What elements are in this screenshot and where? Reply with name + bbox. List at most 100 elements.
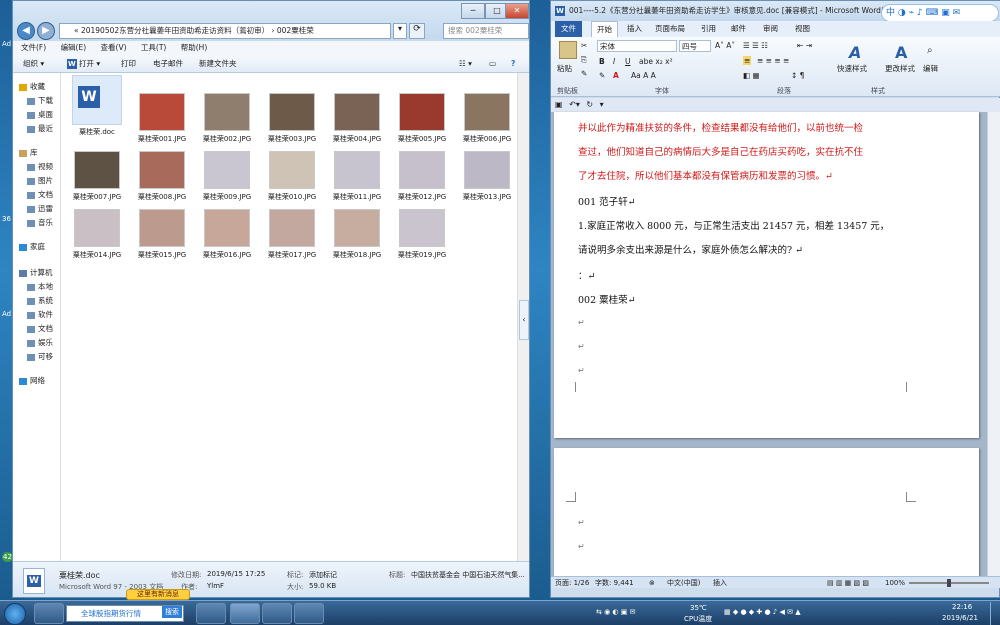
nav-item-14[interactable]: 软件 <box>27 309 53 320</box>
file-item[interactable]: 粟桂荣002.JPG <box>195 93 259 144</box>
tab-home[interactable]: 开始 <box>591 21 618 38</box>
sort-icon[interactable]: ↕ ¶ <box>791 71 804 80</box>
minimize-button[interactable]: ─ <box>461 3 485 19</box>
address-bar[interactable]: « 20190502东营分社曩萎年田资助希走访资料（蔫初审） › 002粟桂荣 <box>59 23 391 39</box>
nav-item-1[interactable]: 下载 <box>27 95 53 106</box>
change-styles-icon[interactable]: A <box>895 43 907 62</box>
paste-icon[interactable] <box>559 41 577 59</box>
undo-icon[interactable]: ↶▾ <box>569 100 580 109</box>
menu-view[interactable]: 查看(V) <box>101 43 127 52</box>
menu-tools[interactable]: 工具(T) <box>141 43 166 52</box>
refresh-icon[interactable]: ⟳ <box>409 23 425 39</box>
nav-item-18[interactable]: 网络 <box>19 375 45 386</box>
nav-item-8[interactable]: 迅雷 <box>27 203 53 214</box>
file-item[interactable]: 粟桂荣003.JPG <box>260 93 324 144</box>
details-tags[interactable]: 添加标记 <box>309 570 337 580</box>
tab-file[interactable]: 文件 <box>555 21 582 37</box>
font-size-select[interactable]: 四号 <box>679 40 711 52</box>
taskbar-search-button[interactable]: 搜索 <box>162 606 182 618</box>
tab-references[interactable]: 引用 <box>701 21 716 37</box>
nav-item-12[interactable]: 本地 <box>27 281 53 292</box>
bullets-icon[interactable]: ☰ ☰ ☷ <box>743 41 768 50</box>
find-icon[interactable]: ⌕ <box>927 45 933 56</box>
document-line[interactable]: 查过，他们知道自己的病情后大多是自己在药店买药吃，实在抗不住 <box>578 144 863 158</box>
align-center-icon[interactable]: ≡ ≡ ≡ ≡ <box>757 56 789 65</box>
font-name-select[interactable]: 宋体 <box>597 40 677 52</box>
page-count[interactable]: 页面: 1/26 <box>555 577 589 589</box>
menu-help[interactable]: 帮助(H) <box>181 43 208 52</box>
file-item[interactable]: 粟桂荣012.JPG <box>390 151 454 202</box>
show-desktop-button[interactable] <box>990 602 1000 625</box>
file-item[interactable]: 粟桂荣014.JPG <box>65 209 129 260</box>
language[interactable]: 中文(中国) <box>667 577 700 589</box>
email-button[interactable]: 电子邮件 <box>153 55 183 73</box>
tab-page-layout[interactable]: 页面布局 <box>655 21 685 37</box>
file-item[interactable]: 粟桂荣008.JPG <box>130 151 194 202</box>
taskbar-explorer-icon[interactable] <box>294 603 324 624</box>
highlight-icon[interactable]: ✎ <box>599 71 605 80</box>
clock-date[interactable]: 2019/6/21 <box>942 614 978 622</box>
menu-edit[interactable]: 编辑(E) <box>61 43 87 52</box>
nav-item-2[interactable]: 桌面 <box>27 109 53 120</box>
nav-item-17[interactable]: 可移 <box>27 351 53 362</box>
nav-item-6[interactable]: 图片 <box>27 175 53 186</box>
customize-qat-icon[interactable]: ▾ <box>600 100 604 109</box>
new-folder-button[interactable]: 新建文件夹 <box>199 55 237 73</box>
file-item[interactable]: 粟桂荣019.JPG <box>390 209 454 260</box>
document-page-1[interactable]: 并以此作为精准扶贫的条件，检查结果都没有给他们，以前也统一检 查过，他们知道自己的… <box>554 112 979 438</box>
ime-status[interactable]: 中 ◑ ⌁ ♪ ⌨ ▣ ✉ <box>886 8 960 18</box>
cut-icon[interactable]: ✂ <box>581 41 587 50</box>
change-case-icon[interactable]: Aa A A <box>631 71 656 80</box>
quick-styles-icon[interactable]: A <box>849 43 861 62</box>
file-item[interactable]: 粟桂荣001.JPG <box>130 93 194 144</box>
document-line[interactable]: 并以此作为精准扶贫的条件，检查结果都没有给他们，以前也统一检 <box>578 120 863 134</box>
grow-font-icon[interactable]: A˄ A˅ <box>715 41 735 50</box>
document-line[interactable]: 001 范子轩↵ <box>578 194 636 208</box>
file-item[interactable]: 粟桂荣004.JPG <box>325 93 389 144</box>
taskbar-app-icon[interactable] <box>34 603 64 624</box>
file-item[interactable]: 粟桂荣011.JPG <box>325 151 389 202</box>
font-color-icon[interactable]: A <box>613 71 619 80</box>
quick-styles-button[interactable]: 快速样式 <box>837 63 867 74</box>
open-button[interactable]: 打开 ▾ <box>79 55 100 73</box>
organize-button[interactable]: 组织 ▾ <box>23 55 44 73</box>
italic-icon[interactable]: I <box>613 57 615 66</box>
tray-app-icons[interactable]: ▦ ◆ ● ◆ ✚ ● ♪ ◀ ✉ ▲ <box>724 608 801 616</box>
document-line[interactable]: 1.家庭正常收入 8000 元，与正常生活支出 21457 元，相差 13457… <box>578 218 889 232</box>
ime-toolbar[interactable]: 中 ◑ ⌁ ♪ ⌨ ▣ ✉ <box>881 4 999 22</box>
indent-icon[interactable]: ⇤ ⇥ <box>797 41 812 50</box>
file-item[interactable]: 粟桂荣006.JPG <box>455 93 519 144</box>
taskbar-app-icon[interactable] <box>196 603 226 624</box>
file-item[interactable]: 粟桂荣009.JPG <box>195 151 259 202</box>
close-button[interactable]: ✕ <box>505 3 529 19</box>
nav-item-10[interactable]: 家庭 <box>19 241 45 252</box>
view-buttons-icon[interactable]: ▤ ▥ ▦ ▧ ▨ <box>827 577 869 589</box>
nav-item-5[interactable]: 视频 <box>27 161 53 172</box>
file-item[interactable]: 粟桂荣005.JPG <box>390 93 454 144</box>
copy-icon[interactable]: ⎘ <box>581 55 587 65</box>
file-item[interactable]: 粟桂荣015.JPG <box>130 209 194 260</box>
taskbar-word-icon[interactable] <box>230 603 260 624</box>
preview-pane-icon[interactable]: ▭ <box>489 55 496 73</box>
strikethrough-icon[interactable]: abe x₂ x² <box>639 57 673 66</box>
file-item[interactable]: 粟桂荣007.JPG <box>65 151 129 202</box>
nav-item-9[interactable]: 音乐 <box>27 217 53 228</box>
menu-file[interactable]: 文件(F) <box>21 43 46 52</box>
nav-item-15[interactable]: 文档 <box>27 323 53 334</box>
nav-item-13[interactable]: 系统 <box>27 295 53 306</box>
back-icon[interactable]: ◀ <box>17 22 35 40</box>
pane-collapse-icon[interactable]: ‹ <box>519 300 529 340</box>
start-button[interactable] <box>4 603 26 625</box>
change-styles-button[interactable]: 更改样式 <box>885 63 915 74</box>
zoom-slider-thumb[interactable] <box>947 579 951 587</box>
underline-icon[interactable]: U <box>625 57 631 66</box>
file-item[interactable]: 粟桂荣013.JPG <box>455 151 519 202</box>
document-line[interactable]: 请说明多余支出来源是什么，家庭外债怎么解决的? ↵ <box>578 242 803 256</box>
tab-view[interactable]: 视图 <box>795 21 810 37</box>
nav-item-16[interactable]: 娱乐 <box>27 337 53 348</box>
help-icon[interactable]: ? <box>511 55 515 73</box>
document-line[interactable]: 了才去住院，所以他们基本都没有保管病历和发票的习惯。↵ <box>578 168 833 182</box>
file-item[interactable]: W 粟桂荣.doc <box>65 75 129 137</box>
file-item[interactable]: 粟桂荣017.JPG <box>260 209 324 260</box>
document-page-2[interactable]: ↵ ↵ <box>554 448 979 576</box>
